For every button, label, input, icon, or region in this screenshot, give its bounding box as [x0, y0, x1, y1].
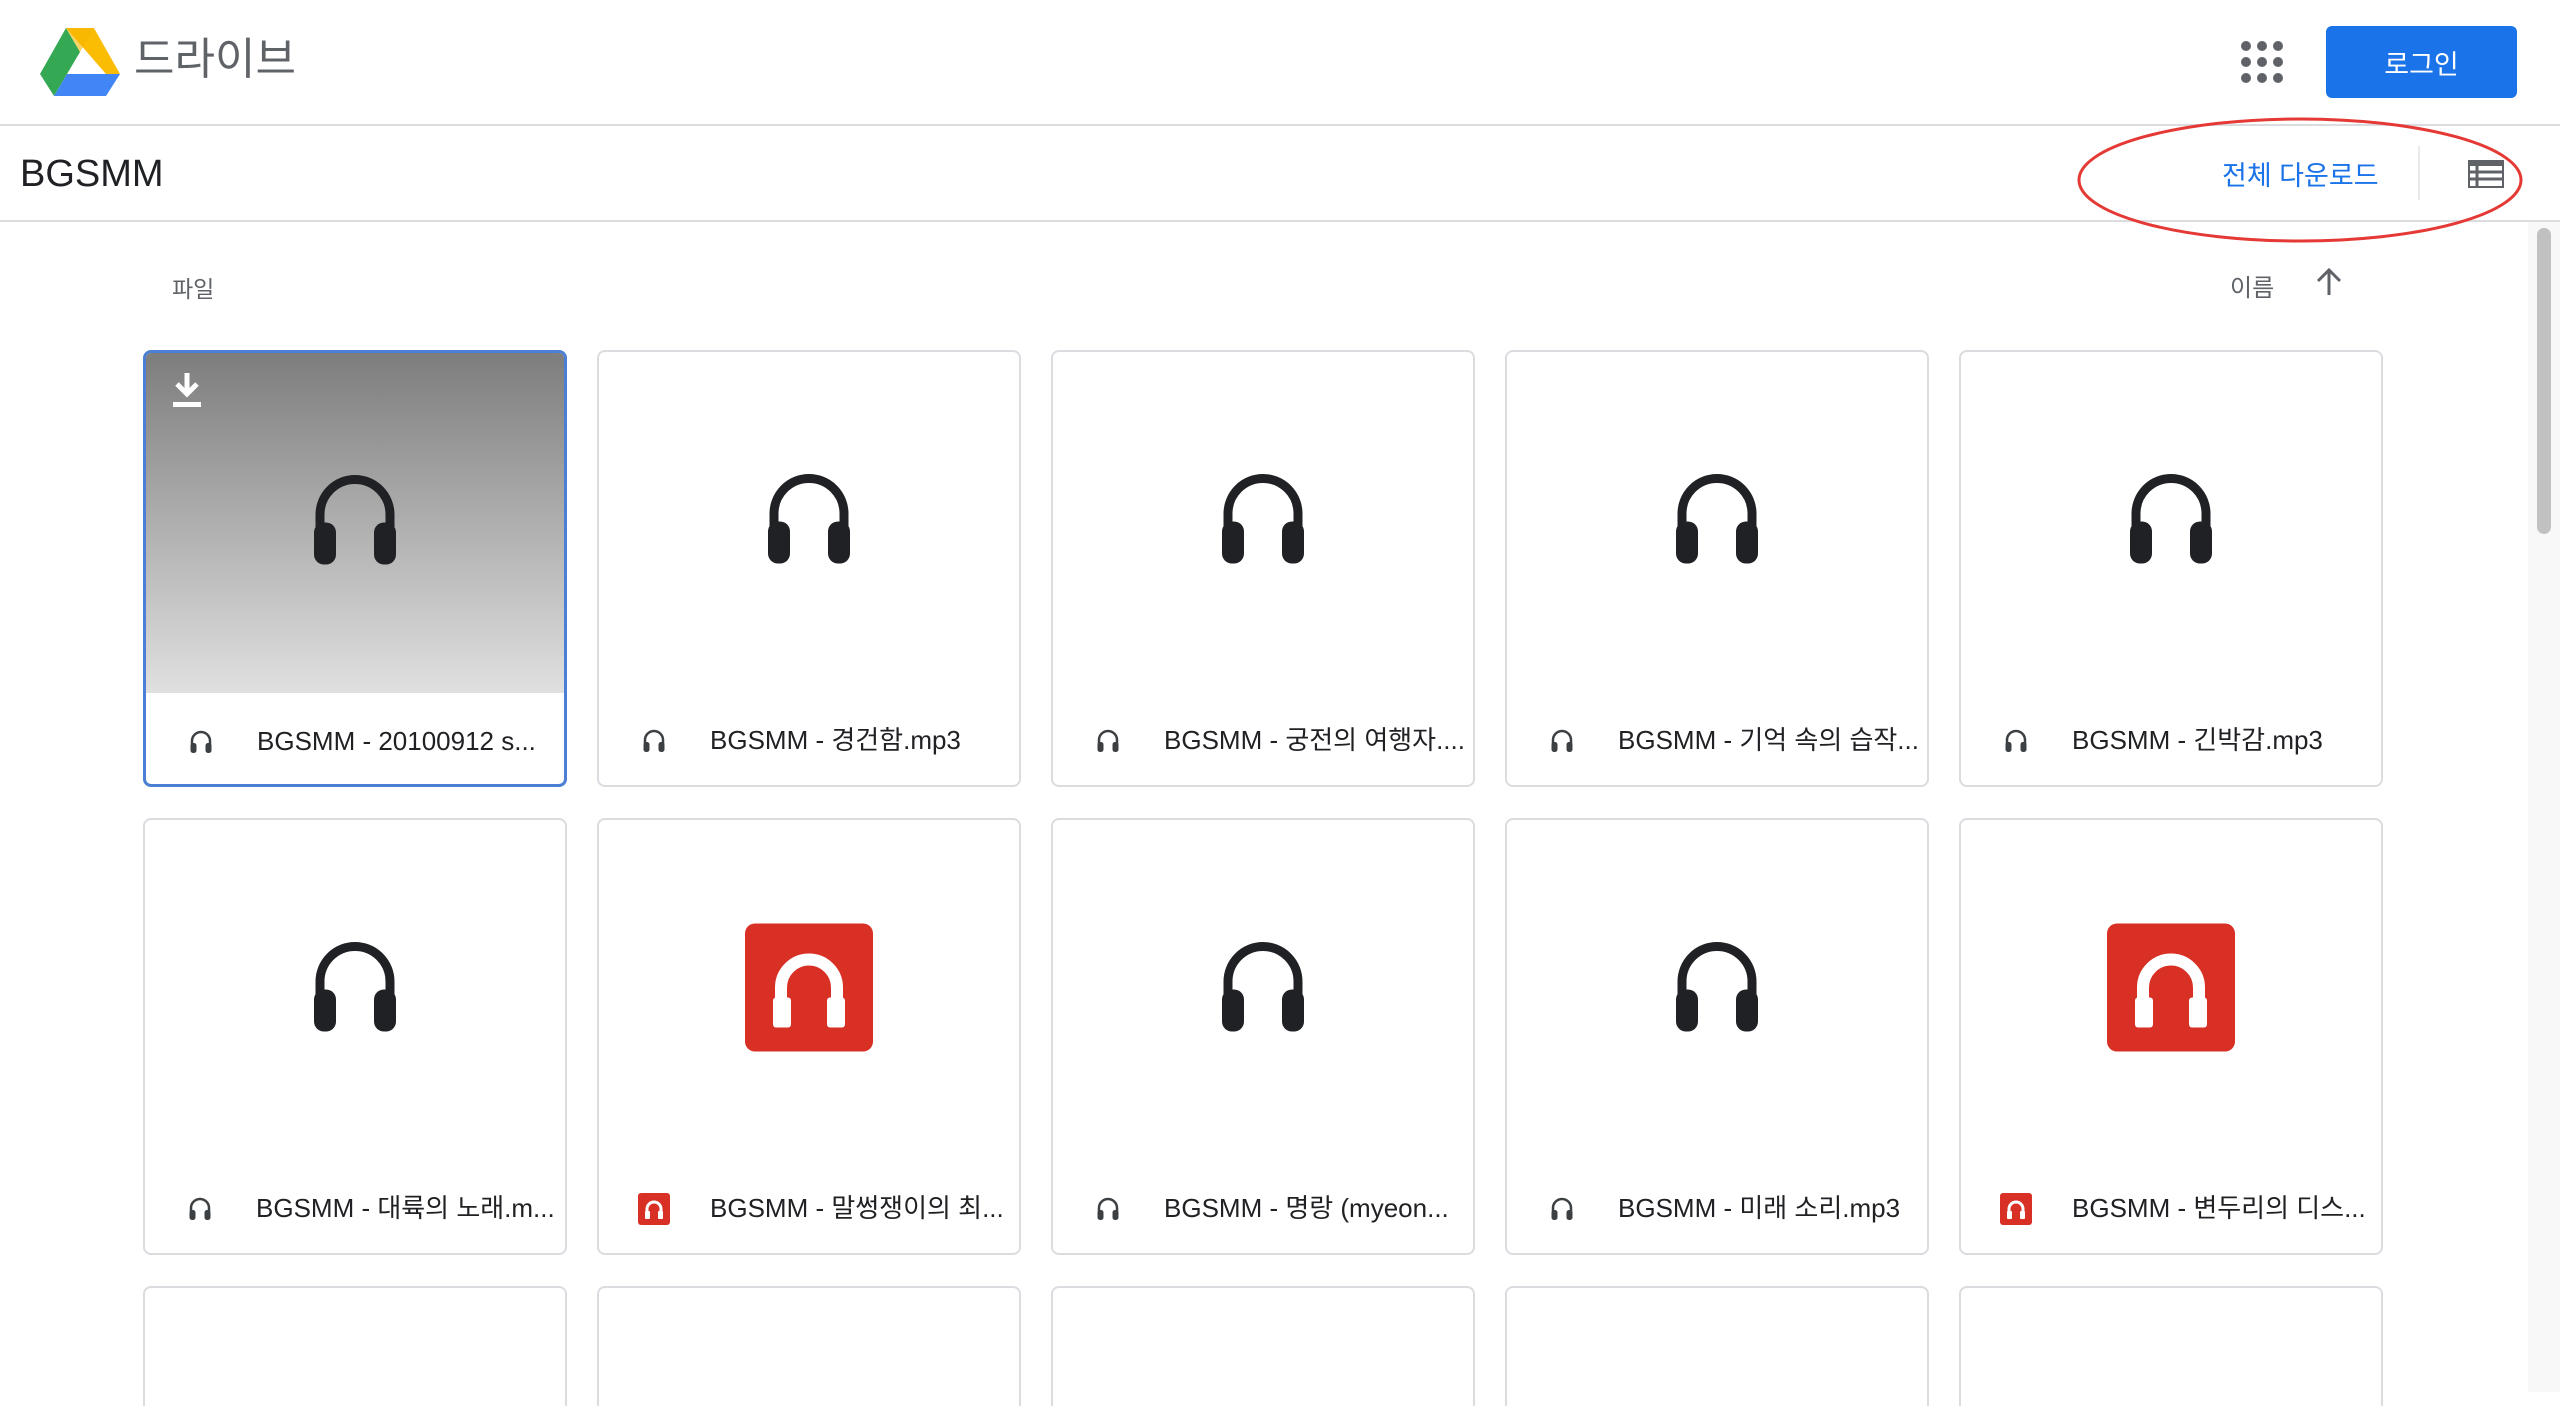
file-card-partial[interactable]	[1959, 1286, 2383, 1406]
file-name: BGSMM - 명랑 (myeon...	[1164, 1193, 1449, 1223]
file-card[interactable]: BGSMM - 명랑 (myeon...	[1051, 818, 1475, 1255]
file-thumbnail[interactable]	[1053, 820, 1473, 1160]
file-caption[interactable]: BGSMM - 명랑 (myeon...	[1053, 1160, 1473, 1253]
drive-logo-icon[interactable]	[40, 26, 120, 96]
headphones-icon	[312, 473, 398, 574]
file-name: BGSMM - 긴박감.mp3	[2072, 725, 2323, 755]
sort-by-name-button[interactable]: 이름	[2230, 268, 2274, 303]
file-card-partial[interactable]	[143, 1286, 567, 1406]
file-caption[interactable]: BGSMM - 긴박감.mp3	[1961, 692, 2381, 785]
file-thumbnail[interactable]	[146, 353, 564, 693]
login-button[interactable]: 로그인	[2326, 26, 2517, 98]
file-caption[interactable]: BGSMM - 변두리의 디스...	[1961, 1160, 2381, 1253]
folder-title: BGSMM	[20, 153, 164, 195]
download-all-button[interactable]: 전체 다운로드	[2222, 156, 2379, 196]
download-icon[interactable]	[170, 371, 204, 409]
file-caption[interactable]: BGSMM - 미래 소리.mp3	[1507, 1160, 1927, 1253]
headphones-icon	[766, 472, 852, 573]
file-thumbnail[interactable]	[1961, 352, 2381, 692]
file-thumbnail[interactable]	[599, 820, 1019, 1160]
file-name: BGSMM - 미래 소리.mp3	[1618, 1193, 1901, 1223]
toolbar-divider	[2418, 146, 2420, 200]
headphones-small-icon	[1096, 729, 1120, 753]
headphones-small-icon	[642, 729, 666, 753]
file-card-partial[interactable]	[1505, 1286, 1929, 1406]
file-thumbnail[interactable]	[1507, 820, 1927, 1160]
file-thumbnail[interactable]	[1961, 820, 2381, 1160]
file-caption[interactable]: BGSMM - 기억 속의 습작...	[1507, 692, 1927, 785]
file-card[interactable]: BGSMM - 변두리의 디스...	[1959, 818, 2383, 1255]
headphones-icon	[1220, 940, 1306, 1041]
file-name: BGSMM - 궁전의 여행자....	[1164, 725, 1465, 755]
apps-grid-icon[interactable]	[2238, 38, 2286, 86]
list-view-icon[interactable]	[2468, 160, 2504, 188]
file-name: BGSMM - 대륙의 노래.m...	[256, 1193, 555, 1223]
file-thumbnail[interactable]	[1053, 352, 1473, 692]
file-card[interactable]: BGSMM - 말썽쟁이의 최...	[597, 818, 1021, 1255]
headphones-small-icon	[1550, 729, 1574, 753]
red-audio-small-icon	[638, 1193, 670, 1225]
file-card[interactable]: BGSMM - 미래 소리.mp3	[1505, 818, 1929, 1255]
headphones-small-icon	[188, 1197, 212, 1221]
folder-header: BGSMM 전체 다운로드	[0, 126, 2560, 222]
file-caption[interactable]: BGSMM - 20100912 s...	[146, 693, 564, 784]
file-card-partial[interactable]	[597, 1286, 1021, 1406]
file-card[interactable]: BGSMM - 긴박감.mp3	[1959, 350, 2383, 787]
file-name: BGSMM - 기억 속의 습작...	[1618, 725, 1919, 755]
file-card[interactable]: BGSMM - 20100912 s...	[143, 350, 567, 787]
file-name: BGSMM - 말썽쟁이의 최...	[710, 1193, 1004, 1223]
file-card[interactable]: BGSMM - 기억 속의 습작...	[1505, 350, 1929, 787]
file-thumbnail[interactable]	[599, 352, 1019, 692]
file-name: BGSMM - 20100912 s...	[257, 726, 536, 756]
headphones-small-icon	[1550, 1197, 1574, 1221]
scrollbar-thumb[interactable]	[2537, 228, 2551, 534]
file-caption[interactable]: BGSMM - 대륙의 노래.m...	[145, 1160, 565, 1253]
file-name: BGSMM - 변두리의 디스...	[2072, 1193, 2366, 1223]
file-name: BGSMM - 경건함.mp3	[710, 725, 961, 755]
headphones-icon	[312, 940, 398, 1041]
headphones-small-icon	[1096, 1197, 1120, 1221]
file-caption[interactable]: BGSMM - 말썽쟁이의 최...	[599, 1160, 1019, 1253]
file-card[interactable]: BGSMM - 경건함.mp3	[597, 350, 1021, 787]
file-caption[interactable]: BGSMM - 경건함.mp3	[599, 692, 1019, 785]
file-thumbnail[interactable]	[1507, 352, 1927, 692]
headphones-icon	[1674, 940, 1760, 1041]
arrow-up-icon[interactable]	[2314, 266, 2344, 298]
file-caption[interactable]: BGSMM - 궁전의 여행자....	[1053, 692, 1473, 785]
top-bar: 드라이브 로그인	[0, 0, 2560, 126]
section-label: 파일	[172, 276, 215, 302]
red-audio-icon	[2107, 923, 2235, 1057]
headphones-icon	[2128, 472, 2214, 573]
app-title[interactable]: 드라이브	[134, 28, 296, 92]
headphones-icon	[1674, 472, 1760, 573]
file-card-partial[interactable]	[1051, 1286, 1475, 1406]
headphones-small-icon	[2004, 729, 2028, 753]
headphones-icon	[1220, 472, 1306, 573]
file-thumbnail[interactable]	[145, 820, 565, 1160]
red-audio-icon	[745, 923, 873, 1057]
file-card[interactable]: BGSMM - 대륙의 노래.m...	[143, 818, 567, 1255]
red-audio-small-icon	[2000, 1193, 2032, 1225]
file-card[interactable]: BGSMM - 궁전의 여행자....	[1051, 350, 1475, 787]
headphones-small-icon	[189, 730, 213, 754]
